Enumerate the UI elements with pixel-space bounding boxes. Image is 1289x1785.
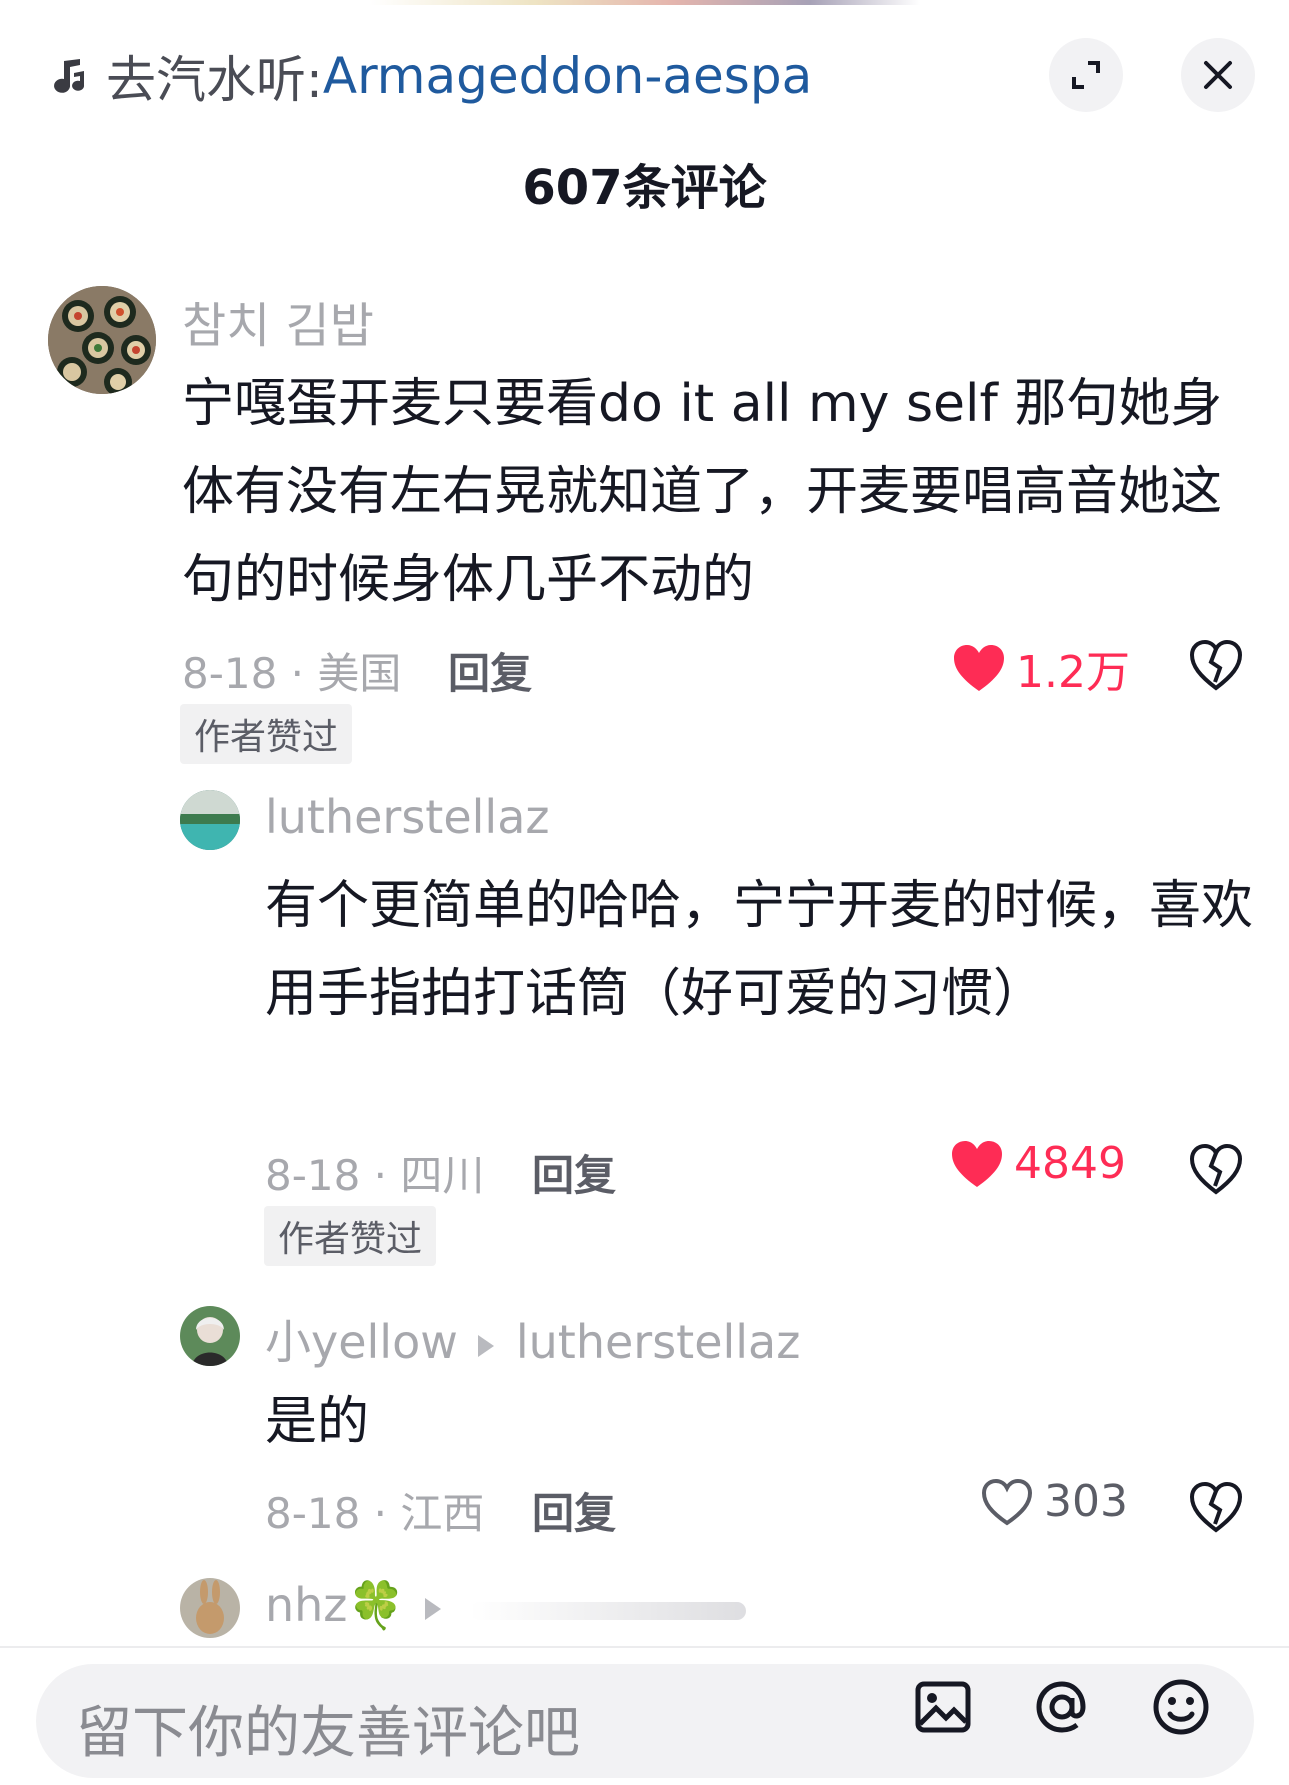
music-link[interactable]: 去汽水听: Armageddon-aespa — [50, 40, 812, 112]
like-button[interactable]: 303 — [980, 1476, 1128, 1527]
username-line: 小yellow lutherstellaz — [265, 1306, 800, 1372]
emoji-icon[interactable] — [1150, 1676, 1212, 1738]
kimbap-avatar-image — [48, 286, 156, 394]
comment-meta: 8-18 · 美国 — [182, 649, 402, 698]
avatar[interactable] — [180, 790, 240, 850]
like-count: 4849 — [1014, 1138, 1126, 1189]
expand-button[interactable] — [1049, 38, 1123, 112]
expand-icon — [1072, 61, 1100, 89]
username[interactable]: lutherstellaz — [265, 790, 550, 844]
like-button[interactable]: 4849 — [950, 1138, 1126, 1189]
comment-text: 有个更简单的哈哈，宁宁开麦的时候，喜欢用手指拍打话筒（好可爱的习惯） — [265, 876, 1254, 1024]
comment-text: 宁嘎蛋开麦只要看do it all my self 那句她身体有没有左右晃就知道… — [182, 374, 1223, 610]
comment-input-placeholder: 留下你的友善评论吧 — [76, 1701, 580, 1766]
comment-meta: 8-18 · 四川 — [265, 1151, 485, 1200]
close-icon — [1204, 61, 1232, 89]
author-liked-badge: 作者赞过 — [180, 704, 353, 764]
username[interactable]: 小yellow — [265, 1315, 458, 1369]
at-icon[interactable] — [1031, 1676, 1093, 1738]
comments-header: 去汽水听: Armageddon-aespa 607条评论 — [0, 0, 1289, 230]
comment-composer: 留下你的友善评论吧 — [0, 1648, 1289, 1785]
like-count: 1.2万 — [1016, 647, 1130, 698]
reply-to-arrow-icon — [477, 1334, 494, 1357]
lake-avatar-image — [180, 790, 240, 850]
close-button[interactable] — [1181, 38, 1255, 112]
comment-location: 江西 — [400, 1489, 485, 1538]
dislike-icon[interactable] — [1188, 1478, 1244, 1534]
reply-to-username[interactable]: lutherstellaz — [516, 1315, 801, 1369]
heart-outline-icon — [981, 1478, 1033, 1525]
comment-text: 是的 — [265, 1392, 370, 1452]
comment-date: 8-18 — [265, 1151, 361, 1200]
person-avatar-image — [180, 1306, 240, 1366]
avatar[interactable] — [180, 1306, 240, 1366]
music-note-icon — [54, 59, 85, 93]
heart-filled-icon — [952, 1140, 1002, 1187]
rabbit-avatar-image — [180, 1578, 240, 1638]
comment-date: 8-18 — [182, 649, 278, 698]
avatar[interactable] — [180, 1578, 240, 1638]
like-count: 303 — [1044, 1476, 1128, 1527]
reply-button[interactable]: 回复 — [532, 1480, 616, 1541]
dislike-icon[interactable] — [1188, 1140, 1244, 1196]
comment-date: 8-18 — [265, 1489, 361, 1538]
like-button[interactable]: 1.2万 — [952, 636, 1130, 700]
reply-button[interactable]: 回复 — [448, 640, 532, 701]
music-title[interactable]: Armageddon-aespa — [323, 47, 812, 105]
heart-filled-icon — [954, 645, 1004, 691]
author-liked-badge: 作者赞过 — [264, 1206, 437, 1266]
dislike-icon[interactable] — [1188, 636, 1244, 692]
comment-location: 四川 — [400, 1151, 485, 1200]
comment-count: 607条评论 — [522, 160, 767, 216]
username[interactable]: 참치 김밥 — [182, 286, 374, 356]
image-icon[interactable] — [912, 1676, 974, 1738]
comment-location: 美国 — [317, 649, 402, 698]
comment-meta: 8-18 · 江西 — [265, 1489, 485, 1538]
username[interactable]: nhz🍀 — [265, 1578, 405, 1632]
music-prefix: 去汽水听: — [106, 51, 323, 109]
reply-to-arrow-icon — [424, 1597, 441, 1620]
blurred-reply-to-name — [470, 1602, 746, 1620]
reply-button[interactable]: 回复 — [532, 1142, 616, 1203]
username-line: nhz🍀 — [265, 1578, 463, 1633]
avatar[interactable] — [48, 286, 156, 394]
